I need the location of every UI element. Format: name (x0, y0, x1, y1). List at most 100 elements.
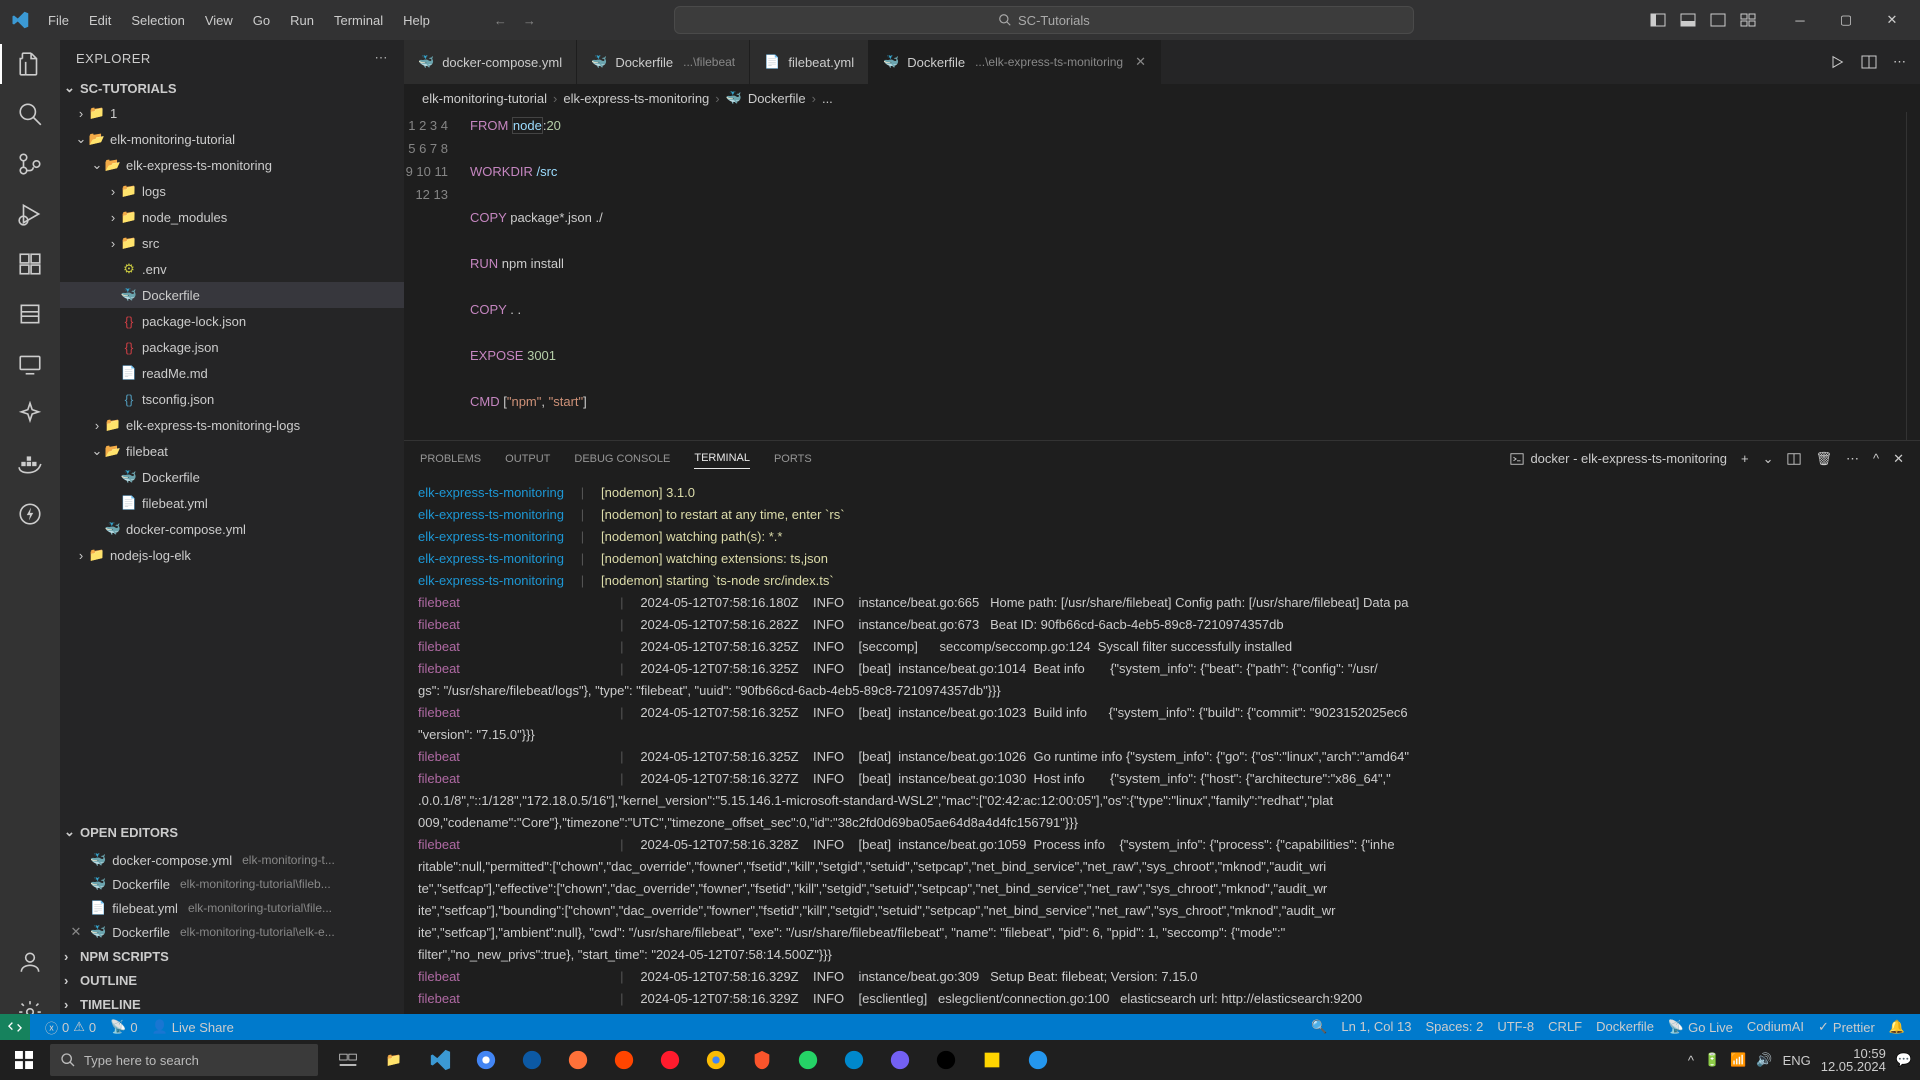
window-minimize-button[interactable]: ─ (1780, 5, 1820, 35)
activity-remote-icon[interactable] (16, 350, 44, 378)
activity-extensions-icon[interactable] (16, 250, 44, 278)
tray-chevron-icon[interactable]: ^ (1688, 1053, 1694, 1068)
maximize-panel-icon[interactable]: ^ (1873, 451, 1879, 466)
status-zoom-icon[interactable]: 🔍 (1304, 1019, 1334, 1035)
activity-thunder-icon[interactable] (16, 500, 44, 528)
activity-ext1-icon[interactable] (16, 300, 44, 328)
tree-folder[interactable]: ›📁elk-express-ts-monitoring-logs (60, 412, 404, 438)
explorer-more-icon[interactable]: ⋯ (375, 50, 389, 66)
open-editors-section[interactable]: ⌄OPEN EDITORS (60, 820, 404, 844)
tree-folder[interactable]: ⌄📂filebeat (60, 438, 404, 464)
menu-run[interactable]: Run (282, 9, 322, 32)
start-button[interactable] (0, 1040, 48, 1080)
tree-file[interactable]: ⚙.env (60, 256, 404, 282)
taskbar-app-firefox[interactable] (556, 1040, 600, 1080)
customize-layout-icon[interactable] (1740, 12, 1756, 28)
window-close-button[interactable]: ✕ (1872, 5, 1912, 35)
activity-scm-icon[interactable] (16, 150, 44, 178)
taskbar-app-vscode[interactable] (418, 1040, 462, 1080)
tab[interactable]: 📄filebeat.yml (750, 40, 869, 84)
timeline-section[interactable]: ›TIMELINE (60, 992, 404, 1016)
taskbar-app-explorer[interactable]: 📁 (372, 1040, 416, 1080)
tree-file[interactable]: 🐳docker-compose.yml (60, 516, 404, 542)
status-encoding[interactable]: UTF-8 (1490, 1019, 1541, 1034)
layout-sidebar-left-icon[interactable] (1650, 12, 1666, 28)
taskbar-app[interactable] (970, 1040, 1014, 1080)
taskbar-app-edge[interactable] (510, 1040, 554, 1080)
tree-file[interactable]: {}package-lock.json (60, 308, 404, 334)
terminal-output[interactable]: elk-express-ts-monitoring | [nodemon] 3.… (404, 476, 1920, 1040)
status-eol[interactable]: CRLF (1541, 1019, 1589, 1034)
remote-button[interactable] (0, 1014, 30, 1040)
open-editor-item[interactable]: 🐳docker-compose.ymlelk-monitoring-t... (60, 848, 404, 872)
panel-tab-problems[interactable]: PROBLEMS (420, 449, 481, 469)
taskbar-app-firefox-dev[interactable] (602, 1040, 646, 1080)
panel-tab-output[interactable]: OUTPUT (505, 449, 550, 469)
outline-section[interactable]: ›OUTLINE (60, 968, 404, 992)
minimap[interactable] (1906, 112, 1920, 440)
more-icon[interactable]: ⋯ (1893, 54, 1906, 70)
run-icon[interactable] (1829, 54, 1845, 70)
split-terminal-icon[interactable] (1787, 452, 1801, 466)
tab[interactable]: 🐳docker-compose.yml (404, 40, 577, 84)
taskbar-app-telegram[interactable] (832, 1040, 876, 1080)
nav-forward-icon[interactable]: → (521, 11, 538, 30)
panel-tab-ports[interactable]: PORTS (774, 449, 812, 469)
tree-file[interactable]: 📄readMe.md (60, 360, 404, 386)
panel-tab-debug[interactable]: DEBUG CONSOLE (574, 449, 670, 469)
menu-view[interactable]: View (197, 9, 241, 32)
kill-terminal-icon[interactable]: 🗑 (1815, 451, 1832, 467)
activity-docker-icon[interactable] (16, 450, 44, 478)
npm-scripts-section[interactable]: ›NPM SCRIPTS (60, 944, 404, 968)
status-bell-icon[interactable]: 🔔 (1882, 1019, 1912, 1035)
menu-edit[interactable]: Edit (81, 9, 119, 32)
tray-notifications-icon[interactable]: 💬 (1896, 1052, 1912, 1068)
status-prettier[interactable]: ✓ Prettier (1811, 1019, 1882, 1035)
status-live-share[interactable]: 👤 Live Share (145, 1014, 241, 1040)
status-codium[interactable]: CodiumAI (1740, 1019, 1811, 1034)
project-section[interactable]: ⌄ SC-TUTORIALS (60, 76, 404, 100)
breadcrumb[interactable]: elk-monitoring-tutorial› elk-express-ts-… (404, 84, 1920, 112)
tray-clock[interactable]: 10:59 12.05.2024 (1821, 1047, 1886, 1073)
menu-go[interactable]: Go (245, 9, 278, 32)
close-icon[interactable]: ✕ (68, 924, 84, 940)
panel-more-icon[interactable]: ⋯ (1846, 451, 1859, 467)
activity-sparkle-icon[interactable] (16, 400, 44, 428)
tray-lang[interactable]: ENG (1783, 1053, 1811, 1068)
open-editor-item[interactable]: 🐳Dockerfileelk-monitoring-tutorial\fileb… (60, 872, 404, 896)
taskbar-app-chrome2[interactable] (694, 1040, 738, 1080)
split-editor-icon[interactable] (1861, 54, 1877, 70)
layout-sidebar-right-icon[interactable] (1710, 12, 1726, 28)
tree-file[interactable]: {}tsconfig.json (60, 386, 404, 412)
layout-panel-icon[interactable] (1680, 12, 1696, 28)
tree-file[interactable]: 📄filebeat.yml (60, 490, 404, 516)
status-spaces[interactable]: Spaces: 2 (1419, 1019, 1491, 1034)
task-view-icon[interactable] (326, 1040, 370, 1080)
status-errors[interactable]: ⓧ 0 ⚠ 0 (38, 1014, 103, 1040)
terminal-selector[interactable]: docker - elk-express-ts-monitoring (1510, 451, 1727, 466)
activity-explorer-icon[interactable] (16, 50, 44, 78)
open-editor-item[interactable]: ✕🐳Dockerfileelk-monitoring-tutorial\elk-… (60, 920, 404, 944)
tray-volume-icon[interactable]: 🔊 (1756, 1052, 1772, 1068)
tree-folder[interactable]: ⌄📂elk-monitoring-tutorial (60, 126, 404, 152)
open-editor-item[interactable]: 📄filebeat.ymlelk-monitoring-tutorial\fil… (60, 896, 404, 920)
tree-file-dockerfile[interactable]: 🐳Dockerfile (60, 282, 404, 308)
new-terminal-icon[interactable]: + (1741, 451, 1749, 466)
taskbar-app[interactable] (924, 1040, 968, 1080)
tab[interactable]: 🐳Dockerfile...\filebeat (577, 40, 750, 84)
command-center[interactable]: SC-Tutorials (674, 6, 1414, 34)
tree-folder[interactable]: ›📁logs (60, 178, 404, 204)
tree-folder[interactable]: ›📁node_modules (60, 204, 404, 230)
tree-folder[interactable]: ›📁1 (60, 100, 404, 126)
code-content[interactable]: FROM node:20 WORKDIR /src COPY package*.… (470, 112, 603, 440)
menu-help[interactable]: Help (395, 9, 438, 32)
tree-file[interactable]: {}package.json (60, 334, 404, 360)
tree-folder[interactable]: ›📁src (60, 230, 404, 256)
taskbar-app-docker[interactable] (1016, 1040, 1060, 1080)
taskbar-app-brave[interactable] (740, 1040, 784, 1080)
status-ports[interactable]: 📡 0 (103, 1014, 144, 1040)
close-panel-icon[interactable]: ✕ (1893, 451, 1904, 467)
activity-search-icon[interactable] (16, 100, 44, 128)
tab-active[interactable]: 🐳Dockerfile...\elk-express-ts-monitoring… (869, 40, 1161, 84)
taskbar-app-whatsapp[interactable] (786, 1040, 830, 1080)
